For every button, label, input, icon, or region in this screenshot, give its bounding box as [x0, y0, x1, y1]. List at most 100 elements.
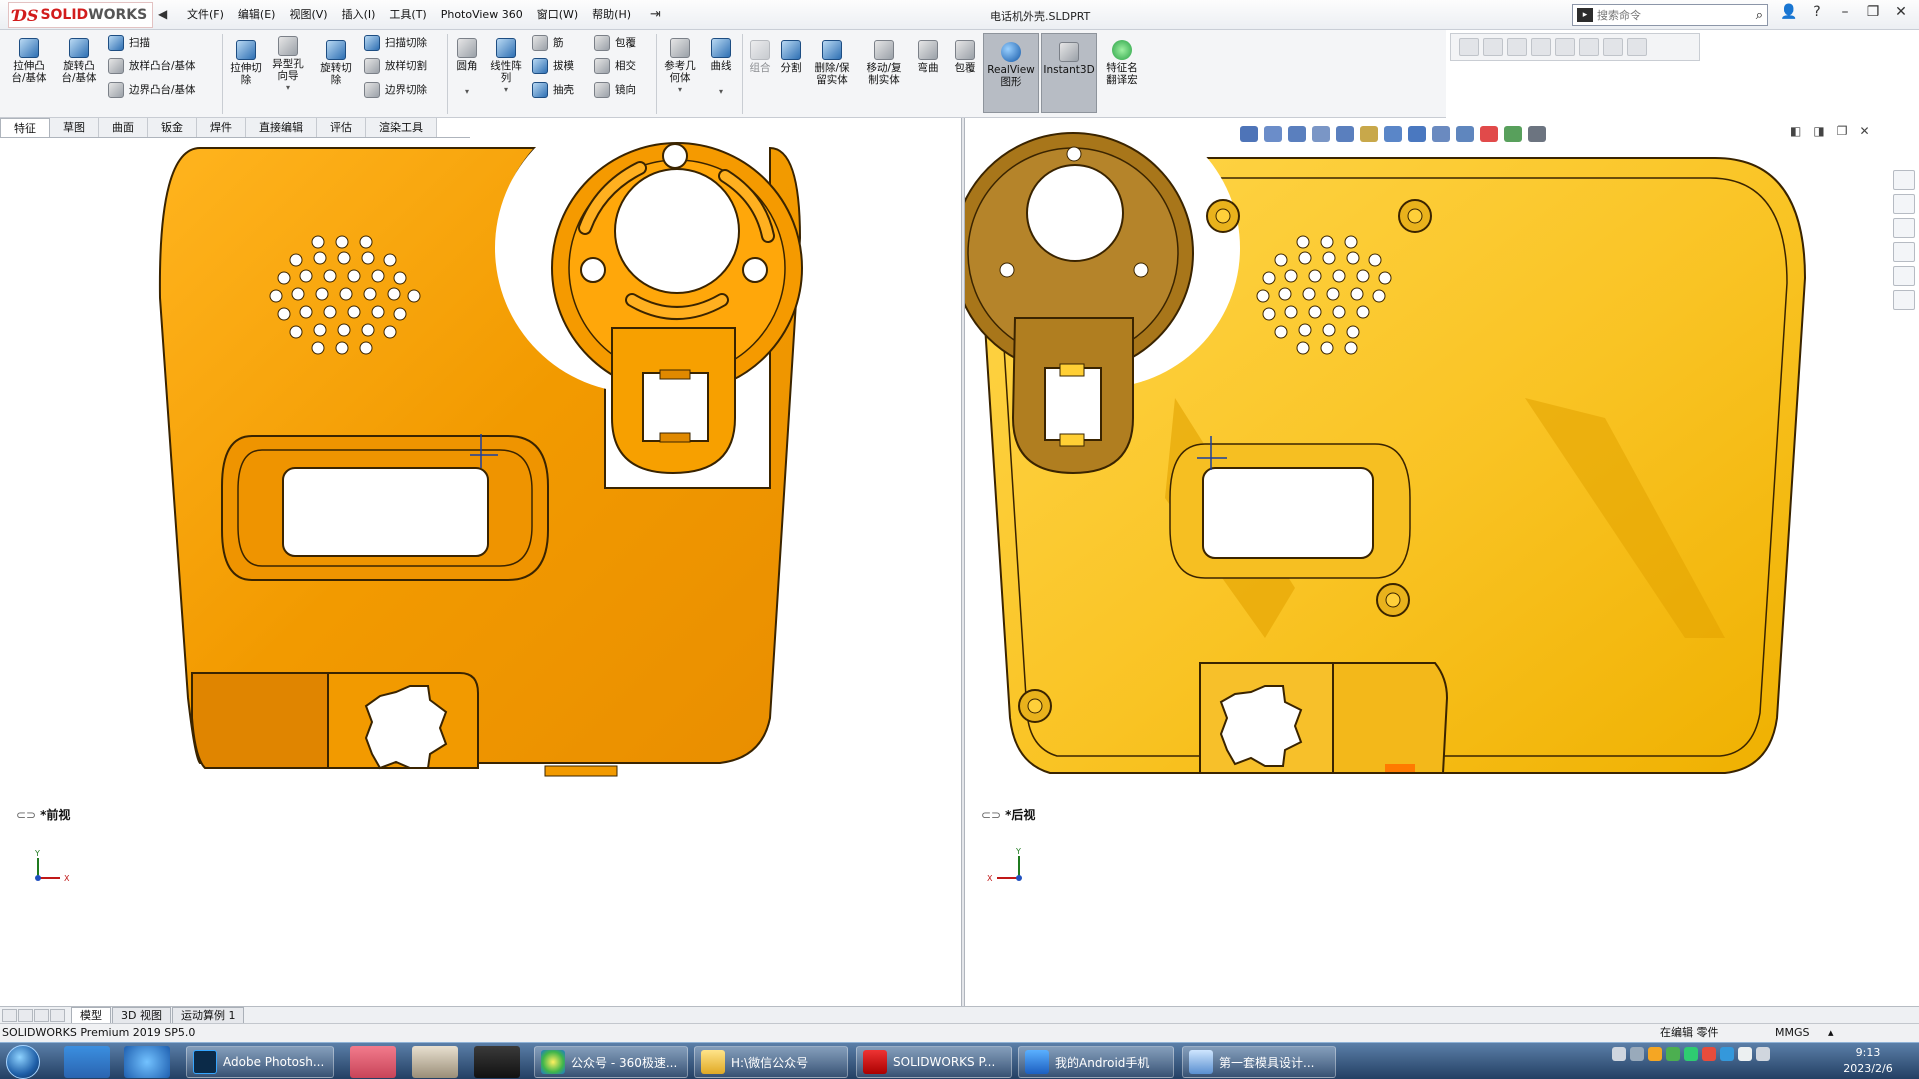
zoom-to-fit-icon[interactable]	[1240, 126, 1258, 142]
revolve-boss-button[interactable]: 旋转凸 台/基体	[58, 38, 100, 84]
appearances-icon[interactable]	[1893, 266, 1915, 286]
curves-dropdown-icon[interactable]: ▾	[719, 86, 723, 98]
menu-insert[interactable]: 插入(I)	[335, 0, 383, 30]
tray-app-icon[interactable]	[1666, 1047, 1680, 1061]
tray-app-icon[interactable]	[1702, 1047, 1716, 1061]
keyboard-icon[interactable]	[1612, 1047, 1626, 1061]
mirror-button[interactable]: 镜向	[594, 82, 636, 98]
tab-sketch[interactable]: 草图	[50, 118, 99, 137]
fillet-dropdown-icon[interactable]: ▾	[465, 86, 469, 98]
taskbar-solidworks[interactable]: SOLIDWORKS P...	[856, 1046, 1012, 1078]
design-library-icon[interactable]	[1893, 194, 1915, 214]
linear-pattern-dropdown-icon[interactable]: ▾	[504, 84, 508, 96]
search-icon[interactable]: ⌕	[1756, 8, 1763, 23]
wrap-feature-button[interactable]: 包覆	[950, 40, 980, 74]
tab-sheet-metal[interactable]: 钣金	[148, 118, 197, 137]
taskbar-clock[interactable]: 9:13 2023/2/6	[1828, 1045, 1908, 1077]
view-settings-icon[interactable]	[1480, 126, 1498, 142]
tab-model[interactable]: 模型	[71, 1006, 111, 1024]
menu-collapse-icon[interactable]: ◀	[158, 7, 167, 21]
hide-show-items-icon[interactable]	[1408, 126, 1426, 142]
display-pane-icon[interactable]	[1528, 126, 1546, 142]
zoom-to-area-icon[interactable]	[1264, 126, 1282, 142]
tab-evaluate[interactable]: 评估	[317, 118, 366, 137]
extrude-boss-button[interactable]: 拉伸凸 台/基体	[8, 38, 50, 84]
solidworks-logo[interactable]: ƊS SOLIDWORKS	[8, 2, 153, 28]
move-copy-body-button[interactable]: 移动/复 制实体	[860, 40, 908, 86]
boundary-cut-button[interactable]: 边界切除	[364, 82, 427, 98]
restore-viewport-icon[interactable]: ❐	[1837, 124, 1848, 138]
tab-render-tools[interactable]: 渲染工具	[366, 118, 437, 137]
view-orientation-icon[interactable]	[1360, 126, 1378, 142]
menu-file[interactable]: 文件(F)	[180, 0, 231, 30]
tab-weldments[interactable]: 焊件	[197, 118, 246, 137]
fillet-button[interactable]: 圆角 ▾	[452, 38, 482, 98]
combine-button[interactable]: 组合	[746, 40, 774, 74]
split-button[interactable]: 分割	[776, 40, 806, 74]
curves-button[interactable]: 曲线 ▾	[706, 38, 736, 98]
close-viewport-icon[interactable]: ✕	[1859, 124, 1869, 138]
mini-tool-icon[interactable]	[1483, 38, 1503, 56]
close-icon[interactable]: ✕	[1892, 4, 1910, 20]
draft-button[interactable]: 拔模	[532, 58, 574, 74]
tab-direct-editing[interactable]: 直接编辑	[246, 118, 317, 137]
previous-view-icon[interactable]	[1288, 126, 1306, 142]
start-button[interactable]	[6, 1045, 40, 1079]
linear-pattern-button[interactable]: 线性阵 列 ▾	[488, 38, 524, 96]
menu-help[interactable]: 帮助(H)	[585, 0, 638, 30]
mini-tool-icon[interactable]	[1603, 38, 1623, 56]
display-style-icon[interactable]	[1384, 126, 1402, 142]
view-palette-icon[interactable]	[1893, 242, 1915, 262]
section-view-icon[interactable]	[1312, 126, 1330, 142]
pin-icon[interactable]: ⇥	[650, 7, 661, 22]
baidu-netdisk-icon[interactable]	[64, 1046, 110, 1078]
wrap-button[interactable]: 包覆	[594, 35, 636, 51]
delete-keep-body-button[interactable]: 删除/保 留实体	[808, 40, 856, 86]
shell-button[interactable]: 抽壳	[532, 82, 574, 98]
taskbar-photoshop[interactable]: Adobe Photosh...	[186, 1046, 334, 1078]
ie-browser-icon[interactable]	[124, 1046, 170, 1078]
loft-button[interactable]: 放样凸台/基体	[108, 58, 196, 74]
tray-arrow-icon[interactable]	[1630, 1047, 1644, 1061]
menu-view[interactable]: 视图(V)	[282, 0, 334, 30]
taskbar-360-browser[interactable]: 公众号 - 360极速...	[534, 1046, 688, 1078]
reference-geometry-button[interactable]: 参考几 何体 ▾	[660, 38, 700, 96]
menu-tools[interactable]: 工具(T)	[382, 0, 433, 30]
network-icon[interactable]	[1738, 1047, 1752, 1061]
taskbar-mold-design[interactable]: 第一套模具设计...	[1182, 1046, 1336, 1078]
mini-tool-icon[interactable]	[1531, 38, 1551, 56]
menu-photoview[interactable]: PhotoView 360	[434, 0, 530, 30]
mini-tool-icon[interactable]	[1459, 38, 1479, 56]
home-icon[interactable]	[1893, 170, 1915, 190]
next-tab-icon[interactable]	[34, 1008, 49, 1022]
dynamic-annotation-icon[interactable]	[1336, 126, 1354, 142]
tab-motion-study[interactable]: 运动算例 1	[171, 1006, 245, 1024]
revolve-cut-button[interactable]: 旋转切 除	[316, 40, 356, 86]
realview-button[interactable]: RealView 图形	[983, 33, 1039, 113]
volume-icon[interactable]	[1756, 1047, 1770, 1061]
edit-appearance-icon[interactable]	[1432, 126, 1450, 142]
realview-view-icon[interactable]	[1504, 126, 1522, 142]
tab-features[interactable]: 特征	[0, 118, 50, 137]
hole-wizard-button[interactable]: 异型孔 向导 ▾	[270, 36, 306, 94]
taskbar-explorer[interactable]: H:\微信公众号	[694, 1046, 848, 1078]
app-icon-pink[interactable]	[350, 1046, 396, 1078]
menu-edit[interactable]: 编辑(E)	[231, 0, 283, 30]
first-tab-icon[interactable]	[2, 1008, 17, 1022]
menu-window[interactable]: 窗口(W)	[530, 0, 585, 30]
search-input[interactable]	[1597, 8, 1727, 22]
instant3d-button[interactable]: Instant3D	[1041, 33, 1097, 113]
unit-system[interactable]: MMGS	[1775, 1024, 1810, 1042]
taskbar-android[interactable]: 我的Android手机	[1018, 1046, 1174, 1078]
help-icon[interactable]: ?	[1808, 4, 1826, 20]
app-icon-ok[interactable]	[474, 1046, 520, 1078]
mini-tool-icon[interactable]	[1579, 38, 1599, 56]
feature-name-macro-button[interactable]: 特征名 翻译宏	[1100, 40, 1144, 86]
hole-wizard-dropdown-icon[interactable]: ▾	[286, 82, 290, 94]
rib-button[interactable]: 筋	[532, 35, 564, 51]
prev-tab-icon[interactable]	[18, 1008, 33, 1022]
back-viewport[interactable]: Y X ⊂⊃ *后视	[965, 118, 1919, 1006]
flex-button[interactable]: 弯曲	[914, 40, 942, 74]
custom-properties-icon[interactable]	[1893, 290, 1915, 310]
extrude-cut-button[interactable]: 拉伸切 除	[228, 40, 264, 86]
